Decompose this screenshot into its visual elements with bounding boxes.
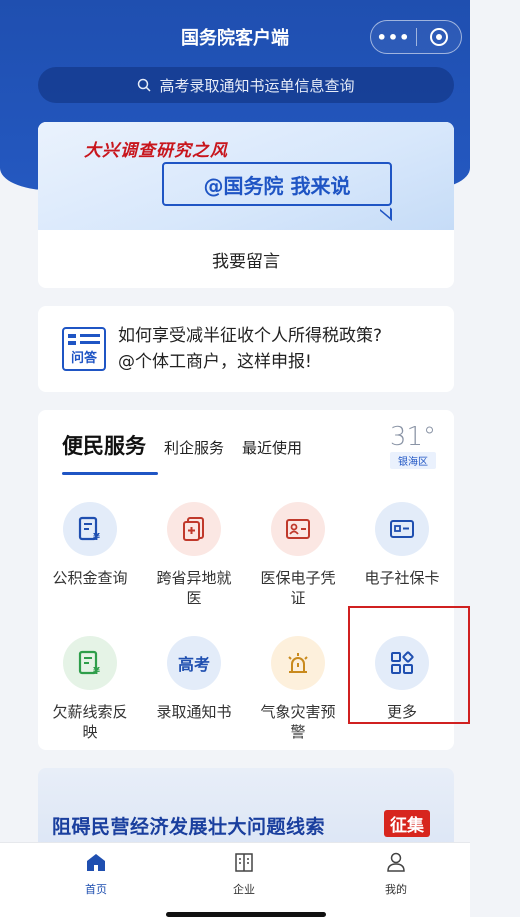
promo-text: 阻碍民营经济发展壮大问题线索 [52,816,326,838]
tabbar-label: 首页 [85,883,107,896]
building-icon [235,853,253,872]
more-options-button[interactable]: ••• [371,28,416,47]
banner-image[interactable]: 大兴调查研究之风 @国务院 我来说 [38,122,454,230]
service-item-housing-fund[interactable]: ¥ 公积金查询 [38,502,142,588]
qa-icon: 问答 [62,327,106,371]
service-label: 跨省异地就医 [156,569,232,607]
tabbar-label: 企业 [233,883,255,896]
service-label: 医保电子凭证 [260,569,336,607]
qa-card[interactable]: 问答 如何享受减半征收个人所得税政策? @个体工商户，这样申报! [38,306,454,392]
banner-slogan: 大兴调查研究之风 [84,141,228,161]
service-label: 录取通知书 [156,703,232,721]
service-item-unpaid-wages[interactable]: ¥ 欠薪线索反映 [38,636,142,742]
alarm-icon [271,636,325,690]
medical-doc-icon [167,502,221,556]
bottom-tab-bar: 首页 企业 我的 [0,842,470,917]
mini-program-capsule: ••• [370,20,462,54]
wage-doc-icon: ¥ [63,636,117,690]
svg-text:¥: ¥ [93,532,100,542]
service-item-social-security-card[interactable]: 电子社保卡 [350,502,454,588]
tab-citizen-services[interactable]: 便民服务 [62,430,146,460]
service-label: 气象灾害预警 [260,703,336,741]
qa-subtitle: @个体工商户，这样申报! [118,352,312,372]
service-item-weather-warning[interactable]: 气象灾害预警 [246,636,350,742]
service-item-medical-insurance[interactable]: 医保电子凭证 [246,502,350,608]
tab-recent[interactable]: 最近使用 [242,437,302,460]
tab-business-services[interactable]: 利企服务 [164,437,224,460]
social-card-icon [375,502,429,556]
home-indicator [166,912,326,917]
service-tabs: 便民服务 利企服务 最近使用 [62,430,302,460]
qa-text: 如何享受减半征收个人所得税政策? @个体工商户，这样申报! [118,323,382,375]
service-item-admission-notice[interactable]: 高考 录取通知书 [142,636,246,722]
id-card-icon [271,502,325,556]
highlight-box [348,606,470,724]
active-tab-indicator [62,472,158,475]
svg-text:¥: ¥ [93,666,100,676]
banner-cta: @国务院 我来说 [203,174,351,198]
tabbar-item-enterprise[interactable]: 企业 [194,851,294,897]
service-label: 公积金查询 [52,569,128,587]
tabbar-item-mine[interactable]: 我的 [346,851,446,897]
promo-badge: 征集 [384,810,430,837]
target-icon [429,28,448,46]
weather-location: 银海区 [389,452,436,469]
search-icon [138,78,152,92]
feedback-banner-card: 大兴调查研究之风 @国务院 我来说 我要留言 [38,122,454,288]
gaokao-icon: 高考 [167,636,221,690]
weather-temperature: 31° [389,422,436,452]
search-placeholder: 高考录取通知书运单信息查询 [159,76,355,95]
home-icon [87,854,105,871]
tabbar-item-home[interactable]: 首页 [46,851,146,897]
search-bar[interactable]: 高考录取通知书运单信息查询 [38,67,454,103]
close-miniprogram-button[interactable] [417,28,461,46]
tabbar-label: 我的 [385,883,407,896]
fund-doc-icon: ¥ [63,502,117,556]
service-item-cross-province-medical[interactable]: 跨省异地就医 [142,502,246,608]
qa-question: 如何享受减半征收个人所得税政策? [118,326,383,346]
user-icon [387,852,405,872]
app-screen: 国务院客户端 ••• 高考录取通知书运单信息查询 大兴调查研究之风 @国务院 我… [0,0,470,917]
service-label: 电子社保卡 [364,569,440,587]
weather-widget[interactable]: 31° 银海区 [389,422,436,469]
leave-message-button[interactable]: 我要留言 [38,230,454,288]
service-label: 欠薪线索反映 [52,703,128,741]
